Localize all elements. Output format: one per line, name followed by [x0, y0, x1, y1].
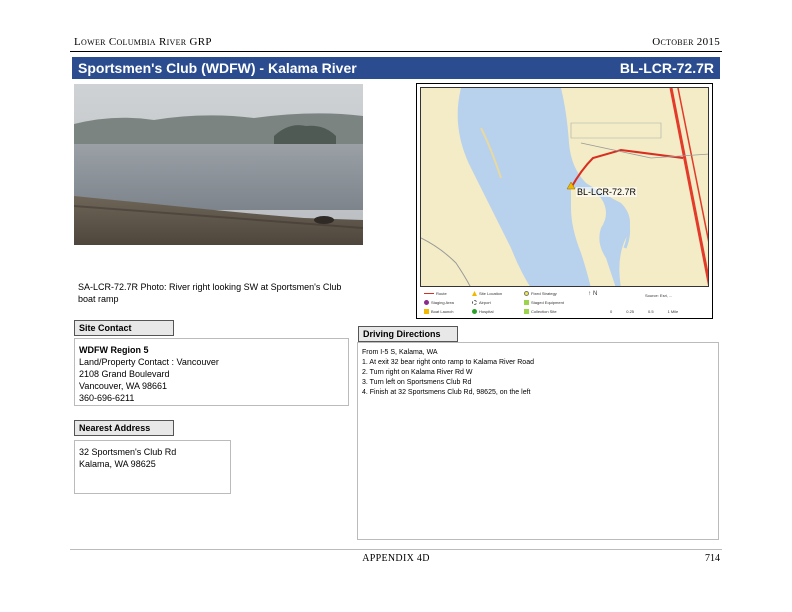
- contact-org: WDFW Region 5: [79, 345, 149, 355]
- contact-phone: 360-696-6211: [79, 393, 135, 403]
- driving-directions-box: From I-5 S, Kalama, WA 1. At exit 32 bea…: [357, 342, 719, 540]
- nearest-address-box: 32 Sportsmen's Club Rd Kalama, WA 98625: [74, 440, 231, 494]
- nearest-address-label: Nearest Address: [74, 420, 174, 436]
- contact-street: 2108 Grand Boulevard: [79, 369, 170, 379]
- north-arrow-icon: ↑: [588, 291, 591, 297]
- direction-line: 3. Turn left on Sportsmens Club Rd: [362, 379, 472, 386]
- legend-fixed: Fixed Strategy: [524, 291, 557, 296]
- footer-appendix: APPENDIX 4D: [362, 553, 430, 564]
- site-contact-box: WDFW Region 5 Land/Property Contact : Va…: [74, 338, 349, 406]
- direction-line: 1. At exit 32 bear right onto ramp to Ka…: [362, 359, 534, 366]
- hospital-icon: [472, 309, 477, 314]
- legend-hospital: Hospital: [472, 309, 493, 314]
- site-contact-label: Site Contact: [74, 320, 174, 336]
- site-code: BL-LCR-72.7R: [619, 60, 714, 76]
- legend-route: Route: [424, 291, 447, 296]
- collection-site-icon: [524, 309, 529, 314]
- direction-line: 4. Finish at 32 Sportsmens Club Rd, 9862…: [362, 389, 531, 396]
- route-line-icon: [424, 293, 434, 294]
- site-name: Sportsmen's Club (WDFW) - Kalama River: [78, 60, 357, 76]
- map-legend: Route Staging Area Boat Launch Site Loca…: [420, 289, 709, 317]
- legend-site: Site Location: [472, 291, 502, 296]
- address-line1: 32 Sportsmen's Club Rd: [79, 447, 177, 457]
- contact-person: Land/Property Contact : Vancouver: [79, 357, 219, 367]
- boat-launch-icon: [424, 309, 429, 314]
- contact-city: Vancouver, WA 98661: [79, 381, 168, 391]
- airport-icon: [472, 300, 477, 305]
- staged-equipment-icon: [524, 300, 529, 305]
- photo-caption: SA-LCR-72.7R Photo: River right looking …: [78, 282, 342, 304]
- legend-airport: Airport: [472, 300, 491, 305]
- header-date: October 2015: [652, 36, 720, 48]
- legend-staging: Staging Area: [424, 300, 454, 305]
- driving-directions-label: Driving Directions: [358, 326, 458, 342]
- site-photo: [74, 84, 363, 245]
- staging-area-icon: [424, 300, 429, 305]
- site-triangle-icon: [472, 291, 477, 296]
- footer-rule: [70, 549, 722, 550]
- legend-staged: Staged Equipment: [524, 300, 564, 305]
- title-bar: Sportsmen's Club (WDFW) - Kalama River B…: [72, 57, 720, 79]
- legend-collection: Collection Site: [524, 309, 557, 314]
- map-site-label: BL-LCR-72.7R: [576, 187, 638, 197]
- page-number: 714: [705, 553, 720, 564]
- legend-boat-launch: Boat Launch: [424, 309, 453, 314]
- fixed-strategy-icon: [524, 291, 529, 296]
- address-line2: Kalama, WA 98625: [79, 459, 156, 469]
- legend-scale: 0 0.25 0.5 1 Mile: [610, 309, 679, 314]
- header-rule: [70, 51, 722, 52]
- direction-line: 2. Turn right on Kalama River Rd W: [362, 369, 473, 376]
- legend-source: Source: Esri, ...: [645, 293, 673, 298]
- legend-north: ↑ N: [588, 291, 598, 297]
- header-org: Lower Columbia River GRP: [74, 36, 212, 48]
- map-canvas[interactable]: BL-LCR-72.7R: [420, 87, 709, 287]
- direction-line: From I-5 S, Kalama, WA: [362, 349, 438, 356]
- site-map[interactable]: BL-LCR-72.7R Route Staging Area Boat Lau…: [416, 83, 713, 319]
